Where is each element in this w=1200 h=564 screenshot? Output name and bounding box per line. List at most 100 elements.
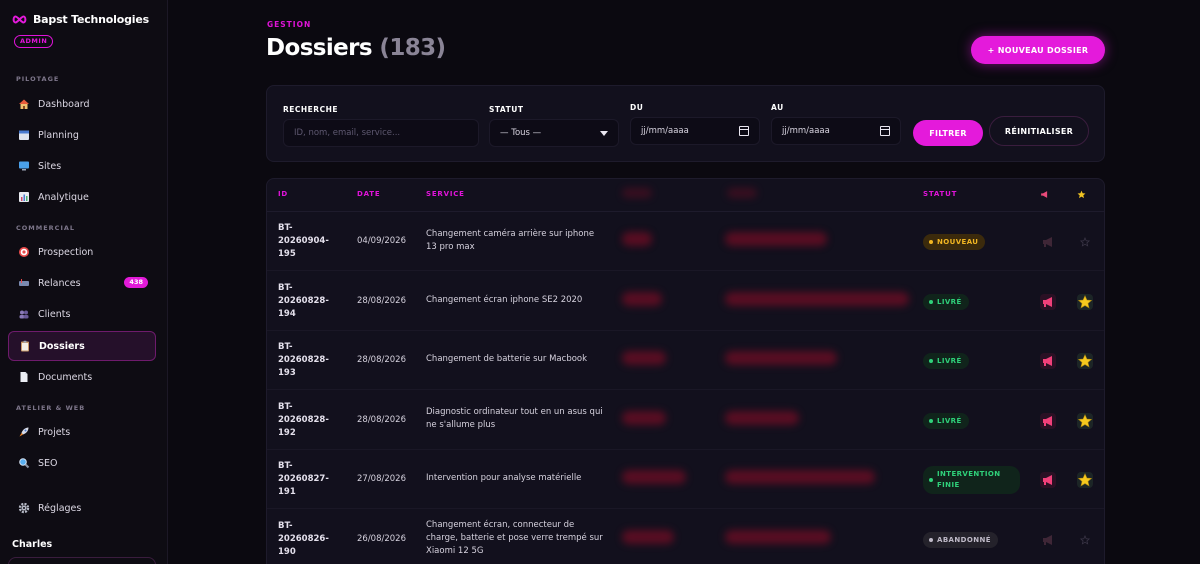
status-badge: LIVRÉ [923,412,969,429]
dossier-id-date: 20260828- [278,414,329,425]
user-name: Charles [12,539,53,550]
redacted-contact [725,291,909,306]
column-header-status[interactable]: STATUT [923,190,957,198]
sidebar-item-seo[interactable]: SEO [8,448,156,478]
dossier-id-number: 195 [278,249,296,259]
sidebar-item-projets[interactable]: Projets [8,417,156,447]
sidebar-item-dossiers[interactable]: Dossiers [8,331,156,361]
page-title-text: Dossiers [266,35,373,61]
dossiers-table: ID DATE SERVICE STATUT BT- 20260904- 195… [266,178,1105,564]
brand[interactable]: Bapst Technologies [12,12,149,27]
page-title: Dossiers (183) [266,35,446,61]
chevron-down-icon [600,131,608,136]
dossier-id[interactable]: BT- 20260826- 190 [278,520,338,559]
redacted-contact [725,351,837,365]
dossier-id[interactable]: BT- 20260827- 191 [278,460,338,499]
dossier-id-date: 20260826- [278,533,329,544]
dossier-date: 26/08/2026 [357,533,406,544]
status-text: LIVRÉ [937,297,962,306]
sidebar: Bapst Technologies ADMIN PILOTAGE Dashbo… [0,0,168,564]
table-row[interactable]: BT- 20260826- 190 26/08/2026 Changement … [267,510,1104,564]
column-header-id[interactable]: ID [278,190,288,198]
sidebar-item-planning[interactable]: Planning [8,120,156,150]
dossier-id[interactable]: BT- 20260828- 192 [278,401,338,440]
star-icon[interactable] [1077,532,1093,548]
dossier-date: 04/09/2026 [357,236,406,246]
megaphone-icon[interactable] [1040,293,1056,310]
sidebar-item-label: Clients [38,308,71,320]
user-menu[interactable] [8,557,156,564]
dossier-id[interactable]: BT- 20260828- 193 [278,341,338,380]
redacted-client [622,470,686,484]
megaphone-icon[interactable] [1040,472,1056,488]
star-icon[interactable] [1077,412,1093,429]
megaphone-icon[interactable] [1040,532,1056,548]
dossier-id-prefix: BT- [278,342,293,352]
sidebar-item-prospection[interactable]: Prospection [8,237,156,267]
target-icon [17,246,30,259]
dossier-id-number: 190 [278,546,296,557]
star-icon[interactable] [1077,293,1093,310]
status-badge: NOUVEAU [923,234,986,250]
bar-chart-icon [17,191,30,204]
star-icon[interactable] [1077,234,1093,250]
star-icon[interactable] [1077,353,1093,369]
dossier-id[interactable]: BT- 20260904- 195 [278,222,338,261]
megaphone-icon[interactable] [1040,412,1056,429]
redacted-client [622,291,662,306]
sidebar-item-documents[interactable]: Documents [8,362,156,392]
megaphone-header-icon [1040,190,1049,201]
status-text: LIVRÉ [937,357,962,365]
filter-panel: RECHERCHE ID, nom, email, service... STA… [266,85,1105,162]
magnifier-icon [17,457,30,470]
sidebar-item-label: Prospection [38,246,94,258]
date-from-input[interactable]: jj/mm/aaaa [630,117,760,145]
table-row[interactable]: BT- 20260828- 193 28/08/2026 Changement … [267,331,1104,390]
brand-name: Bapst Technologies [33,13,149,26]
house-icon [17,98,30,111]
calendar-picker-icon[interactable] [880,126,890,136]
sidebar-item-label: Analytique [38,191,89,203]
status-text: NOUVEAU [937,238,979,246]
dossier-id[interactable]: BT- 20260828- 194 [278,282,338,321]
table-row[interactable]: BT- 20260827- 191 27/08/2026 Interventio… [267,450,1104,509]
date-to-input[interactable]: jj/mm/aaaa [771,117,901,145]
sidebar-item-reglages[interactable]: Réglages [8,493,156,523]
dossier-service: Changement écran iphone SE2 2020 [426,294,583,305]
sidebar-item-relances[interactable]: Relances 438 [8,268,156,298]
section-label-atelier-web: ATELIER & WEB [16,404,86,412]
dossier-id-date: 20260828- [278,295,329,306]
megaphone-icon[interactable] [1040,234,1056,250]
new-dossier-button[interactable]: + NOUVEAU DOSSIER [971,36,1105,64]
column-header-service[interactable]: SERVICE [426,190,465,198]
relances-count-badge: 438 [124,277,148,288]
section-label-pilotage: PILOTAGE [16,75,60,83]
column-header-date[interactable]: DATE [357,190,380,198]
redacted-contact [725,529,831,544]
sidebar-item-analytique[interactable]: Analytique [8,182,156,212]
search-label: RECHERCHE [283,105,338,114]
table-row[interactable]: BT- 20260828- 194 28/08/2026 Changement … [267,272,1104,331]
redacted-client [622,410,666,425]
calendar-icon [17,129,30,142]
megaphone-icon[interactable] [1040,353,1056,369]
reset-button[interactable]: RÉINITIALISER [989,116,1089,146]
status-select[interactable]: — Tous — [489,119,619,147]
filter-button[interactable]: FILTRER [913,120,983,146]
rocket-icon [17,426,30,439]
sidebar-item-label: Dossiers [39,340,85,352]
star-icon[interactable] [1077,472,1093,488]
date-to-label: AU [771,103,784,112]
sidebar-item-dashboard[interactable]: Dashboard [8,89,156,119]
dossier-id-prefix: BT- [278,461,293,471]
sidebar-item-clients[interactable]: Clients [8,299,156,329]
table-row[interactable]: BT- 20260904- 195 04/09/2026 Changement … [267,212,1104,271]
dossier-id-prefix: BT- [278,282,293,293]
calendar-picker-icon[interactable] [739,126,749,136]
monitor-icon [17,160,30,173]
status-dot-icon [929,299,933,304]
search-input[interactable]: ID, nom, email, service... [283,119,479,147]
table-row[interactable]: BT- 20260828- 192 28/08/2026 Diagnostic … [267,391,1104,450]
dossier-id-number: 194 [278,308,296,319]
sidebar-item-sites[interactable]: Sites [8,151,156,181]
